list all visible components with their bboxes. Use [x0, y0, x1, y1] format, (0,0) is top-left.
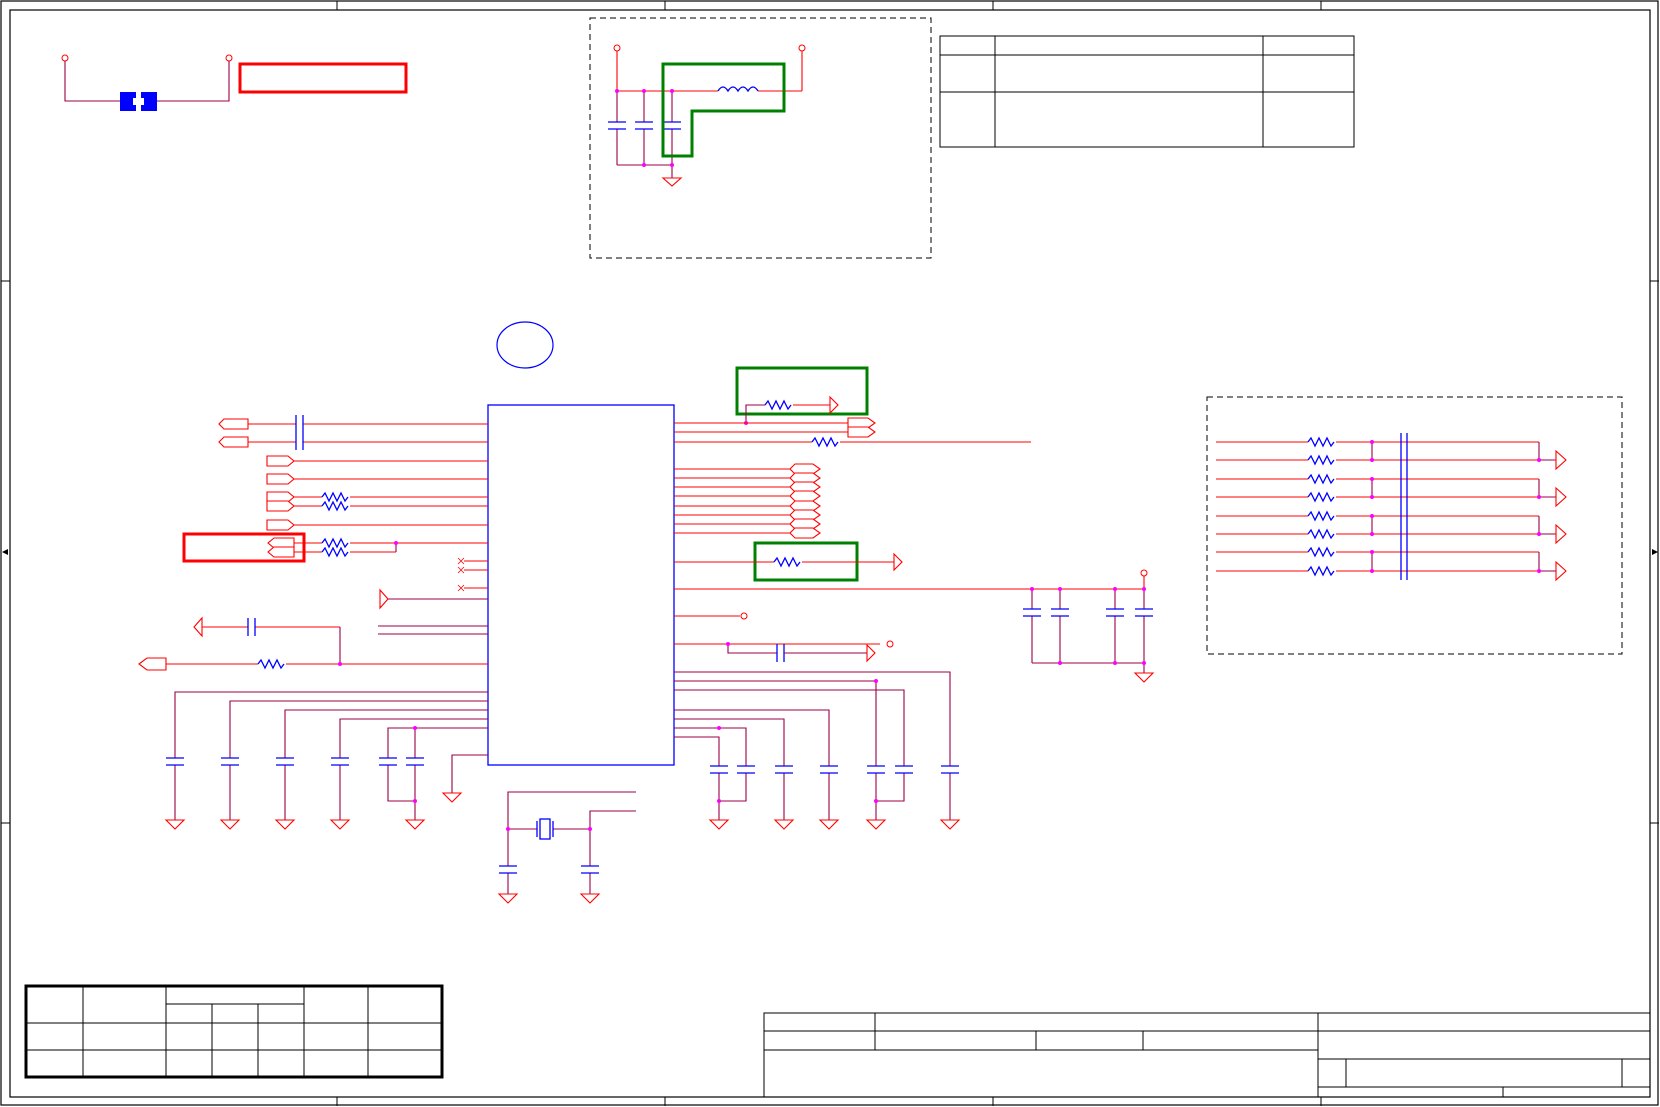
crystal-icon	[536, 818, 554, 840]
schematic-sheet	[0, 0, 1659, 1106]
solder-jumper-icon	[120, 92, 157, 111]
revision-table	[939, 35, 1355, 148]
capacitor-icon	[166, 757, 424, 766]
ground-icon	[164, 792, 463, 830]
no-connect-icon	[457, 557, 465, 592]
inductor-icon	[717, 86, 759, 93]
ground-icon	[708, 819, 961, 830]
capacitor-icon	[499, 865, 599, 874]
resistor-icon	[321, 491, 349, 503]
right-decoupling-caps	[1023, 569, 1155, 683]
crystal-section	[497, 791, 636, 904]
capacitor-icon	[608, 121, 681, 130]
ground-icon	[661, 177, 683, 187]
rc-network-section	[1206, 396, 1623, 655]
highlight-green-box	[661, 62, 786, 158]
port-icon	[218, 418, 295, 558]
capacitor-icon	[710, 765, 959, 774]
highlight-green-box	[735, 366, 869, 416]
sheet-border	[0, 0, 1659, 1106]
main-ic	[487, 321, 675, 766]
power-filter-section	[589, 17, 932, 259]
title-block	[763, 1012, 1651, 1098]
capacitor-icon	[1023, 608, 1153, 617]
ground-icon	[1133, 672, 1155, 683]
ic-bottom-left-caps	[164, 691, 488, 830]
ic-right-connections	[674, 366, 1144, 830]
marker-ellipse	[496, 321, 554, 369]
ic-left-connections	[138, 415, 488, 671]
approval-table	[24, 984, 444, 1079]
highlight-red-box	[238, 62, 408, 94]
jumper-section	[61, 54, 408, 111]
